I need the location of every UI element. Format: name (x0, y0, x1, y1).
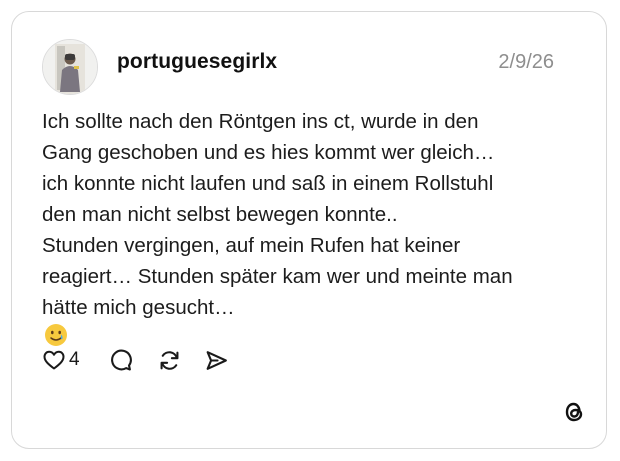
threads-logo-icon (560, 398, 588, 426)
post-date: 2/9/26 (498, 51, 554, 73)
comment-icon (111, 349, 132, 370)
avatar[interactable] (42, 39, 98, 95)
repost-button[interactable] (157, 345, 182, 375)
post-line: reagiert… Stunden später kam wer und mei… (42, 265, 513, 288)
repost-icon (160, 350, 179, 370)
post-line: Gang geschoben und es hies kommt wer gle… (42, 141, 495, 164)
heart-icon (43, 350, 65, 370)
share-button[interactable] (204, 345, 229, 375)
send-icon (206, 350, 227, 370)
reply-button[interactable] (108, 345, 133, 375)
threads-post-card: portuguesegirlx 2/9/26 Ich sollte nach d… (11, 11, 607, 449)
like-button[interactable]: 4 (42, 345, 80, 375)
post-line: den man nicht selbst bewegen konnte.. (42, 203, 398, 226)
post-line: Ich sollte nach den Röntgen ins ct, wurd… (42, 110, 479, 133)
post-body: Ich sollte nach den Röntgen ins ct, wurd… (42, 106, 587, 356)
post-line: ich konnte nicht laufen und saß in einem… (42, 172, 494, 195)
post-line: Stunden vergingen, auf mein Rufen hat ke… (42, 234, 461, 257)
username[interactable]: portuguesegirlx (117, 50, 277, 74)
post-line: hätte mich gesucht… (42, 296, 235, 319)
avatar-photo (43, 40, 97, 94)
like-count: 4 (69, 349, 80, 370)
